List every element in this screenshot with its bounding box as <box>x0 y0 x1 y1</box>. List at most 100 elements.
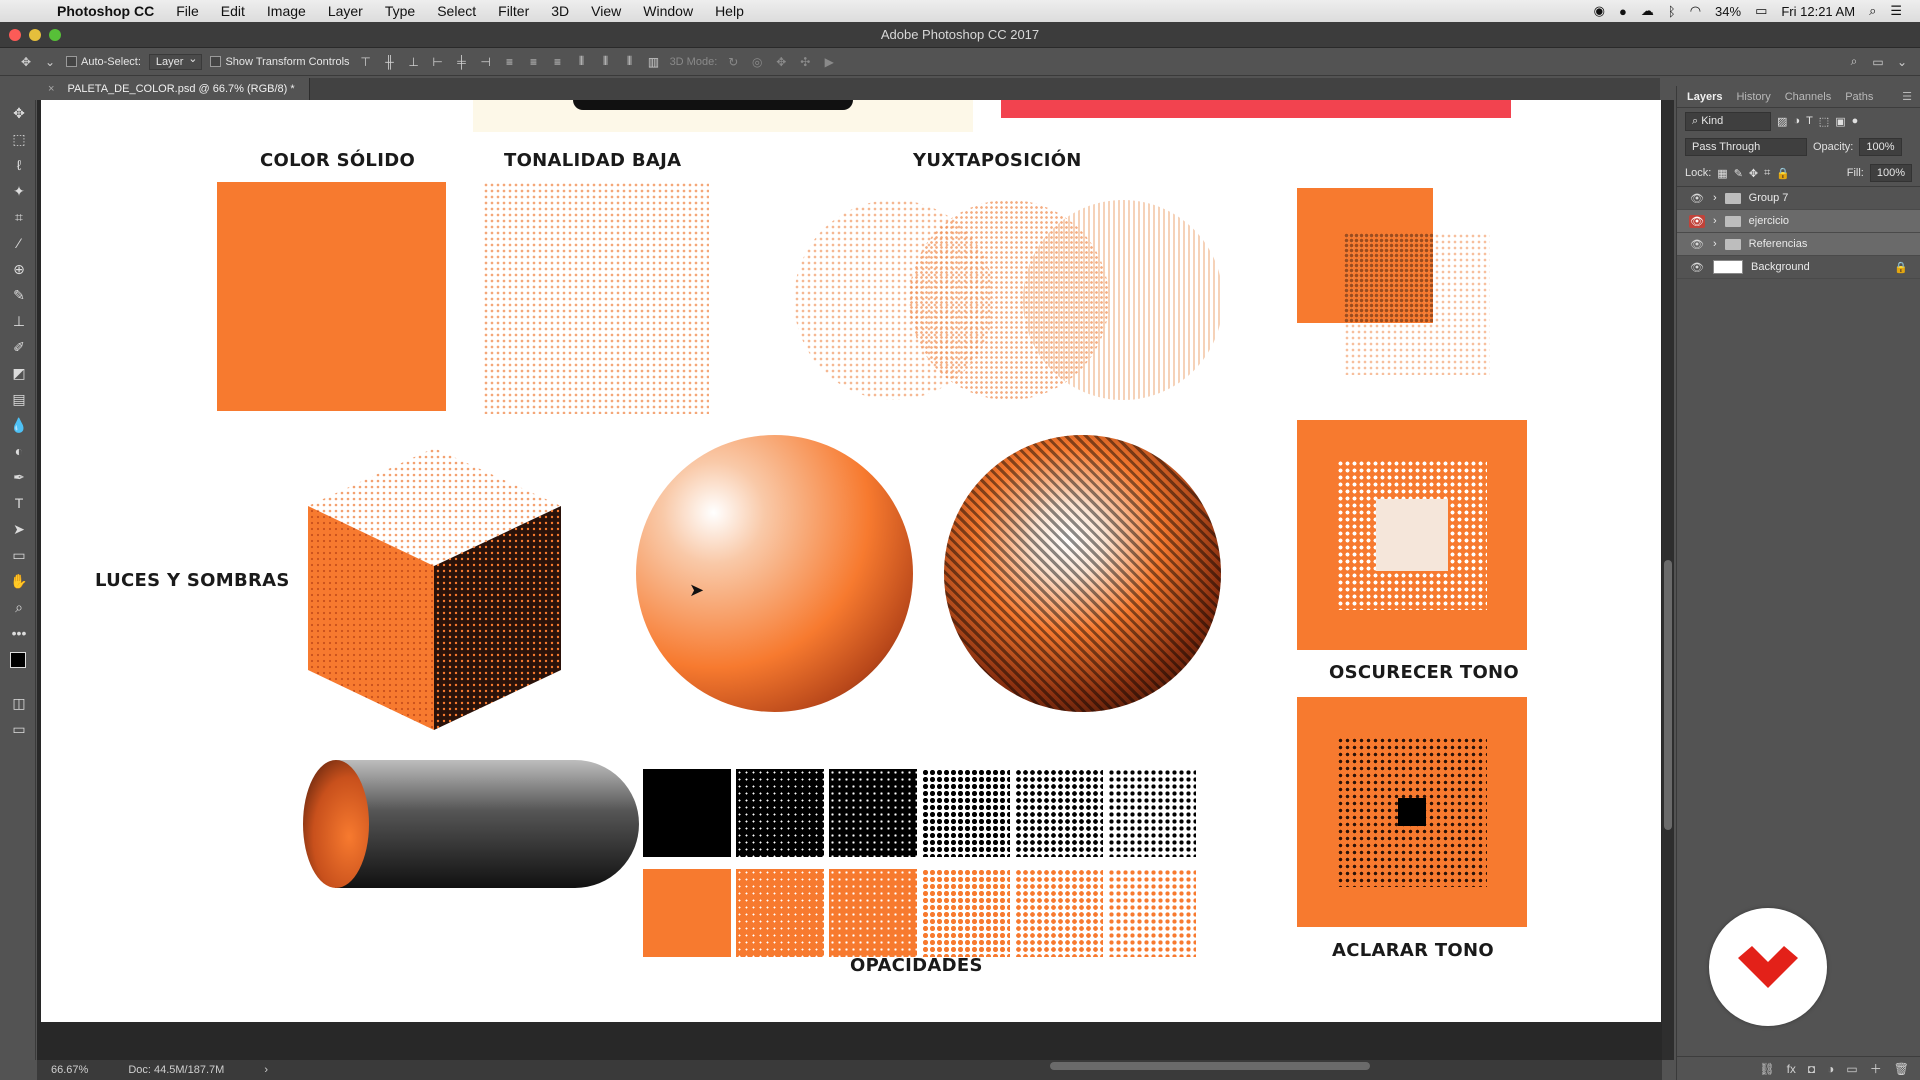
visibility-eye-icon[interactable]: 👁 <box>1689 238 1705 251</box>
pen-tool-icon[interactable]: ✒ <box>2 464 36 490</box>
visibility-eye-icon[interactable]: 👁 <box>1689 261 1705 274</box>
blur-tool-icon[interactable]: 💧 <box>2 412 36 438</box>
hand-tool-icon[interactable]: ✋ <box>2 568 36 594</box>
show-transform-checkbox[interactable]: Show Transform Controls <box>210 56 350 68</box>
new-group-icon[interactable]: ▭ <box>1846 1062 1857 1076</box>
type-tool-icon[interactable]: T <box>2 490 36 516</box>
align-right-icon[interactable]: ⊣ <box>478 55 494 69</box>
filter-toggle-icon[interactable]: ● <box>1852 115 1859 127</box>
menu-app-name[interactable]: Photoshop CC <box>46 0 165 22</box>
lock-position-icon[interactable]: ✥ <box>1749 167 1758 180</box>
quick-mask-icon[interactable]: ◫ <box>2 690 36 716</box>
color-swatches[interactable] <box>2 646 35 690</box>
distribute-right-icon[interactable]: ⦀ <box>622 54 638 69</box>
clone-stamp-tool-icon[interactable]: ⊥ <box>2 308 36 334</box>
filter-shape-icon[interactable]: ⬚ <box>1819 115 1829 128</box>
expand-chevron-icon[interactable]: › <box>1713 192 1717 204</box>
lock-transparent-icon[interactable]: ▦ <box>1717 167 1727 180</box>
align-left-icon[interactable]: ⊢ <box>430 55 446 69</box>
visibility-eye-icon[interactable]: 👁 <box>1689 214 1705 228</box>
menu-edit[interactable]: Edit <box>210 0 256 22</box>
menu-select[interactable]: Select <box>426 0 487 22</box>
auto-align-icon[interactable]: ▥ <box>646 55 662 69</box>
3d-slide-icon[interactable]: ✣ <box>797 55 813 69</box>
dodge-tool-icon[interactable]: ◐ <box>2 438 36 464</box>
close-window-button[interactable] <box>9 29 21 41</box>
crop-tool-icon[interactable]: ⌗ <box>2 204 36 230</box>
close-tab-icon[interactable]: × <box>48 83 54 95</box>
link-layers-icon[interactable]: ⛓ <box>1759 1062 1774 1076</box>
menu-view[interactable]: View <box>580 0 632 22</box>
align-bottom-icon[interactable]: ⊥ <box>406 55 422 69</box>
zoom-level[interactable]: 66.67% <box>51 1064 88 1076</box>
minimize-window-button[interactable] <box>29 29 41 41</box>
circle-icon[interactable]: ● <box>1619 4 1627 19</box>
tab-history[interactable]: History <box>1736 91 1770 103</box>
vertical-scroll-thumb[interactable] <box>1664 560 1672 830</box>
layer-style-icon[interactable]: fx <box>1787 1062 1796 1076</box>
workspace-chevron-icon[interactable]: ⌄ <box>1894 55 1910 69</box>
layer-row[interactable]: 👁 › ejercicio <box>1677 210 1920 233</box>
zoom-window-button[interactable] <box>49 29 61 41</box>
brush-tool-icon[interactable]: ✎ <box>2 282 36 308</box>
menu-3d[interactable]: 3D <box>540 0 580 22</box>
layer-row[interactable]: 👁 › Group 7 <box>1677 187 1920 210</box>
shape-tool-icon[interactable]: ▭ <box>2 542 36 568</box>
path-selection-tool-icon[interactable]: ➤ <box>2 516 36 542</box>
battery-icon[interactable]: ▭ <box>1755 3 1767 19</box>
3d-orbit-icon[interactable]: ↻ <box>725 55 741 69</box>
align-top-icon[interactable]: ⊤ <box>358 55 374 69</box>
record-icon[interactable]: ◉ <box>1594 3 1605 19</box>
3d-pan-icon[interactable]: ✥ <box>773 55 789 69</box>
add-mask-icon[interactable]: ◘ <box>1808 1062 1815 1076</box>
gradient-tool-icon[interactable]: ▤ <box>2 386 36 412</box>
filter-type-icon[interactable]: T <box>1806 115 1813 127</box>
fill-input[interactable]: 100% <box>1869 164 1912 182</box>
blend-mode-dropdown[interactable]: Pass Through <box>1685 138 1807 156</box>
menu-file[interactable]: File <box>165 0 210 22</box>
tab-paths[interactable]: Paths <box>1845 91 1873 103</box>
distribute-left-icon[interactable]: ⦀ <box>574 54 590 69</box>
tool-preset-chevron-icon[interactable]: ⌄ <box>42 55 58 69</box>
marquee-tool-icon[interactable]: ⬚ <box>2 126 36 152</box>
foreground-color-swatch[interactable] <box>10 652 26 668</box>
expand-chevron-icon[interactable]: › <box>1713 238 1717 250</box>
lock-artboard-icon[interactable]: ⌗ <box>1764 167 1770 180</box>
adjustment-layer-icon[interactable]: ◑ <box>1827 1062 1834 1076</box>
expand-chevron-icon[interactable]: › <box>1713 215 1717 227</box>
filter-smart-object-icon[interactable]: ▣ <box>1835 115 1845 128</box>
visibility-eye-icon[interactable]: 👁 <box>1689 192 1705 205</box>
align-vcenter-icon[interactable]: ╫ <box>382 55 398 69</box>
menu-filter[interactable]: Filter <box>487 0 540 22</box>
tab-layers[interactable]: Layers <box>1687 91 1722 103</box>
distribute-vcenter-icon[interactable]: ≡ <box>526 55 542 69</box>
eyedropper-tool-icon[interactable]: ⁄ <box>2 230 36 256</box>
screen-mode-icon[interactable]: ▭ <box>2 716 36 742</box>
vertical-scrollbar[interactable] <box>1662 100 1674 1060</box>
delete-layer-icon[interactable]: 🗑 <box>1894 1062 1909 1076</box>
status-arrow-icon[interactable]: › <box>264 1064 268 1076</box>
auto-select-dropdown[interactable]: Layer <box>148 52 203 70</box>
lock-all-icon[interactable]: 🔒 <box>1776 167 1790 180</box>
history-brush-tool-icon[interactable]: ✐ <box>2 334 36 360</box>
filter-adjustment-icon[interactable]: ◑ <box>1793 115 1800 127</box>
filter-pixel-icon[interactable]: ▨ <box>1777 115 1787 128</box>
opacity-input[interactable]: 100% <box>1859 138 1902 156</box>
distribute-bottom-icon[interactable]: ≡ <box>550 55 566 69</box>
healing-brush-tool-icon[interactable]: ⊕ <box>2 256 36 282</box>
zoom-tool-icon[interactable]: ⌕ <box>2 594 36 620</box>
layer-row[interactable]: 👁 › Referencias <box>1677 233 1920 256</box>
creative-cloud-icon[interactable]: ☁ <box>1641 3 1654 19</box>
panel-menu-icon[interactable]: ☰ <box>1902 90 1912 103</box>
3d-camera-icon[interactable]: ▶ <box>821 55 837 69</box>
document-canvas[interactable]: COLOR SÓLIDO TONALIDAD BAJA YUXTAPOSICIÓ… <box>41 100 1661 1022</box>
3d-roll-icon[interactable]: ◎ <box>749 55 765 69</box>
move-tool-icon[interactable]: ✥ <box>18 55 34 69</box>
distribute-top-icon[interactable]: ≡ <box>502 55 518 69</box>
menu-image[interactable]: Image <box>256 0 317 22</box>
search-icon[interactable]: ⌕ <box>1846 54 1862 69</box>
menu-help[interactable]: Help <box>704 0 755 22</box>
menu-window[interactable]: Window <box>632 0 704 22</box>
menu-type[interactable]: Type <box>374 0 426 22</box>
workspace-icon[interactable]: ▭ <box>1870 55 1886 69</box>
